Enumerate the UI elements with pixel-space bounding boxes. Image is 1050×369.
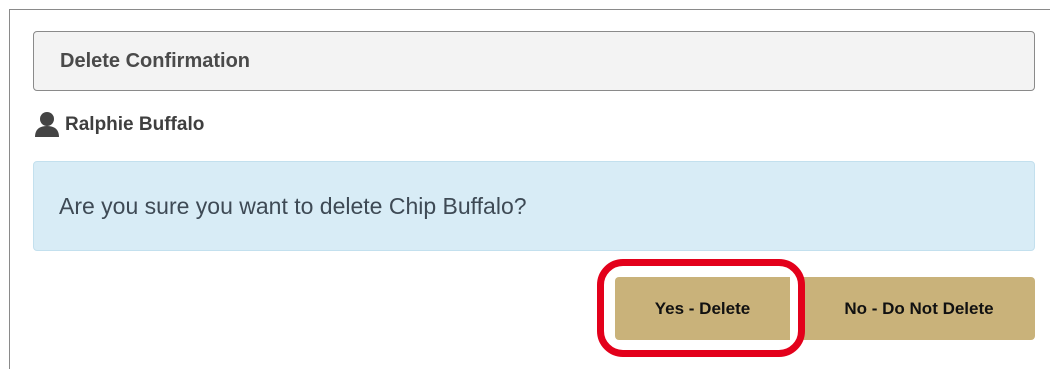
user-name: Ralphie Buffalo	[65, 114, 205, 135]
cancel-delete-button[interactable]: No - Do Not Delete	[803, 277, 1035, 340]
frame-left-border	[9, 9, 10, 369]
confirmation-alert: Are you sure you want to delete Chip Buf…	[33, 161, 1035, 251]
current-user: Ralphie Buffalo	[33, 110, 204, 140]
panel-heading: Delete Confirmation	[33, 31, 1035, 91]
user-icon	[33, 111, 61, 139]
panel-title: Delete Confirmation	[60, 49, 251, 72]
confirmation-message: Are you sure you want to delete Chip Buf…	[59, 192, 527, 219]
frame-top-border	[9, 9, 1050, 10]
confirm-delete-button[interactable]: Yes - Delete	[615, 277, 790, 340]
